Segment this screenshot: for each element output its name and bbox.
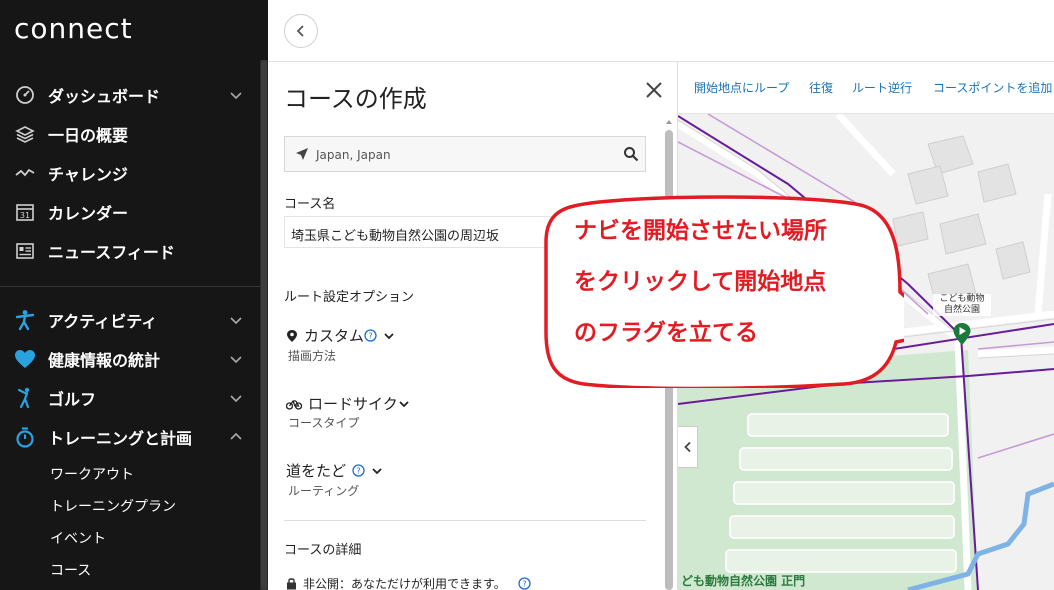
start-flag-icon[interactable] <box>952 322 972 346</box>
help-icon[interactable]: ? <box>352 464 365 477</box>
drawing-method-caption: 描画方法 <box>288 349 337 363</box>
annotation-line: ナビを開始させたい場所 <box>574 218 827 244</box>
top-bar <box>268 0 1054 62</box>
drawing-method-select[interactable]: カスタム ? <box>286 325 395 346</box>
chevron-down-icon[interactable] <box>398 398 410 410</box>
annotation-text: ナビを開始させたい場所 をクリックして開始地点 のフラグを立てる <box>574 206 884 359</box>
svg-text:?: ? <box>368 332 372 341</box>
annotation-line: をクリックして開始地点 <box>574 269 827 295</box>
calendar-icon-number: 31 <box>20 211 30 220</box>
chevron-down-icon[interactable] <box>371 465 383 477</box>
calendar-icon: 31 <box>14 202 36 222</box>
map-place-label: こども動物 自然公園 <box>933 294 991 316</box>
sidebar-item-newsfeed[interactable]: ニュースフィード <box>0 234 260 268</box>
course-type-caption: コースタイプ <box>288 416 360 430</box>
back-button[interactable] <box>284 14 318 48</box>
sidebar-item-label: トレーニングと計画 <box>48 429 193 448</box>
search-icon[interactable] <box>623 146 639 162</box>
sidebar-item-golf[interactable]: ゴルフ <box>0 381 260 415</box>
course-type-select[interactable]: ロードサイク <box>286 393 410 414</box>
sidebar-subitem-courses[interactable]: コース <box>50 560 91 580</box>
svg-text:?: ? <box>522 580 526 589</box>
chevron-up-icon[interactable] <box>228 429 244 445</box>
annotation-line: のフラグを立てる <box>574 320 758 346</box>
sidebar-subitem-training-plans[interactable]: トレーニングプラン <box>50 496 176 516</box>
bicycle-icon <box>286 399 302 410</box>
sidebar: connect ダッシュボード 一日の概要 チャレンジ 31 カレンダー ニュー… <box>0 0 268 590</box>
routing-caption: ルーティング <box>288 484 360 498</box>
sidebar-divider <box>0 286 260 287</box>
section-divider <box>284 520 646 521</box>
routing-value: 道をたど <box>286 462 347 480</box>
svg-text:?: ? <box>356 467 360 476</box>
sidebar-item-label: ゴルフ <box>48 390 97 409</box>
course-name-label: コース名 <box>284 197 336 212</box>
sidebar-subitem-workouts[interactable]: ワークアウト <box>50 464 134 484</box>
challenge-icon <box>14 163 36 183</box>
collapse-panel-button[interactable] <box>678 426 698 468</box>
sidebar-scrollbar-thumb[interactable] <box>261 60 267 590</box>
lock-icon <box>287 578 296 590</box>
sidebar-item-label: ダッシュボード <box>48 87 161 106</box>
reverse-route-link[interactable]: ルート逆行 <box>852 79 912 96</box>
sidebar-item-calendar[interactable]: 31 カレンダー <box>0 195 260 229</box>
sidebar-item-label: アクティビティ <box>48 312 158 331</box>
app-logo[interactable]: connect <box>14 12 133 45</box>
sidebar-item-activities[interactable]: アクティビティ <box>0 303 260 337</box>
privacy-setting[interactable]: 非公開：あなただけが利用できます。 ? <box>286 575 531 590</box>
page-title: コースの作成 <box>284 85 427 113</box>
chevron-down-icon[interactable] <box>228 351 244 367</box>
stopwatch-icon <box>14 427 36 448</box>
sidebar-item-label: 健康情報の統計 <box>48 351 161 370</box>
drawing-method-value: カスタム <box>304 327 365 345</box>
sidebar-scrollbar[interactable] <box>260 60 268 590</box>
sidebar-item-daily-summary[interactable]: 一日の概要 <box>0 117 260 151</box>
layers-icon <box>14 124 36 144</box>
sidebar-item-label: ニュースフィード <box>48 243 175 262</box>
sidebar-item-health-stats[interactable]: 健康情報の統計 <box>0 342 260 376</box>
sidebar-item-dashboard[interactable]: ダッシュボード <box>0 78 260 112</box>
help-icon[interactable]: ? <box>364 329 377 342</box>
chevron-down-icon[interactable] <box>228 312 244 328</box>
chevron-left-icon <box>296 25 304 37</box>
pin-icon <box>287 329 297 342</box>
newsfeed-icon <box>14 241 36 261</box>
sidebar-item-challenge[interactable]: チャレンジ <box>0 156 260 190</box>
chevron-down-icon[interactable] <box>228 87 244 103</box>
close-icon[interactable] <box>644 80 664 100</box>
heart-icon <box>14 349 36 369</box>
course-type-value: ロードサイク <box>308 395 398 413</box>
help-icon[interactable]: ? <box>518 577 531 590</box>
course-details-label: コースの詳細 <box>284 543 362 558</box>
routing-select[interactable]: 道をたど ? <box>286 460 383 481</box>
location-search-input[interactable]: Japan, Japan <box>284 136 646 172</box>
running-person-icon <box>14 310 36 331</box>
out-and-back-link[interactable]: 往復 <box>809 79 833 96</box>
privacy-text: 非公開：あなただけが利用できます。 <box>303 577 506 590</box>
sidebar-item-label: 一日の概要 <box>48 126 129 145</box>
sidebar-item-label: カレンダー <box>48 204 129 223</box>
map-toolbar: 開始地点にループ 往復 ルート逆行 コースポイントを追加 <box>678 62 1054 114</box>
chevron-down-icon[interactable] <box>228 390 244 406</box>
chevron-down-icon[interactable] <box>383 330 395 342</box>
golf-icon <box>14 387 36 409</box>
add-course-point-link[interactable]: コースポイントを追加 <box>933 79 1052 96</box>
sidebar-item-label: チャレンジ <box>48 165 128 184</box>
scroll-up-arrow-icon[interactable] <box>665 118 673 126</box>
sidebar-item-training[interactable]: トレーニングと計画 <box>0 420 260 454</box>
sidebar-subitem-events[interactable]: イベント <box>50 528 106 548</box>
map-gate-label: ども動物自然公園 正門 <box>681 574 806 588</box>
location-arrow-icon <box>296 148 308 160</box>
gauge-icon <box>14 85 36 105</box>
loop-to-start-link[interactable]: 開始地点にループ <box>694 79 789 96</box>
location-search-value: Japan, Japan <box>316 148 391 162</box>
route-options-label: ルート設定オプション <box>284 290 415 305</box>
chevron-left-icon <box>683 441 691 453</box>
course-name-input[interactable]: 埼玉県こども動物自然公園の周辺坂 <box>284 216 584 248</box>
